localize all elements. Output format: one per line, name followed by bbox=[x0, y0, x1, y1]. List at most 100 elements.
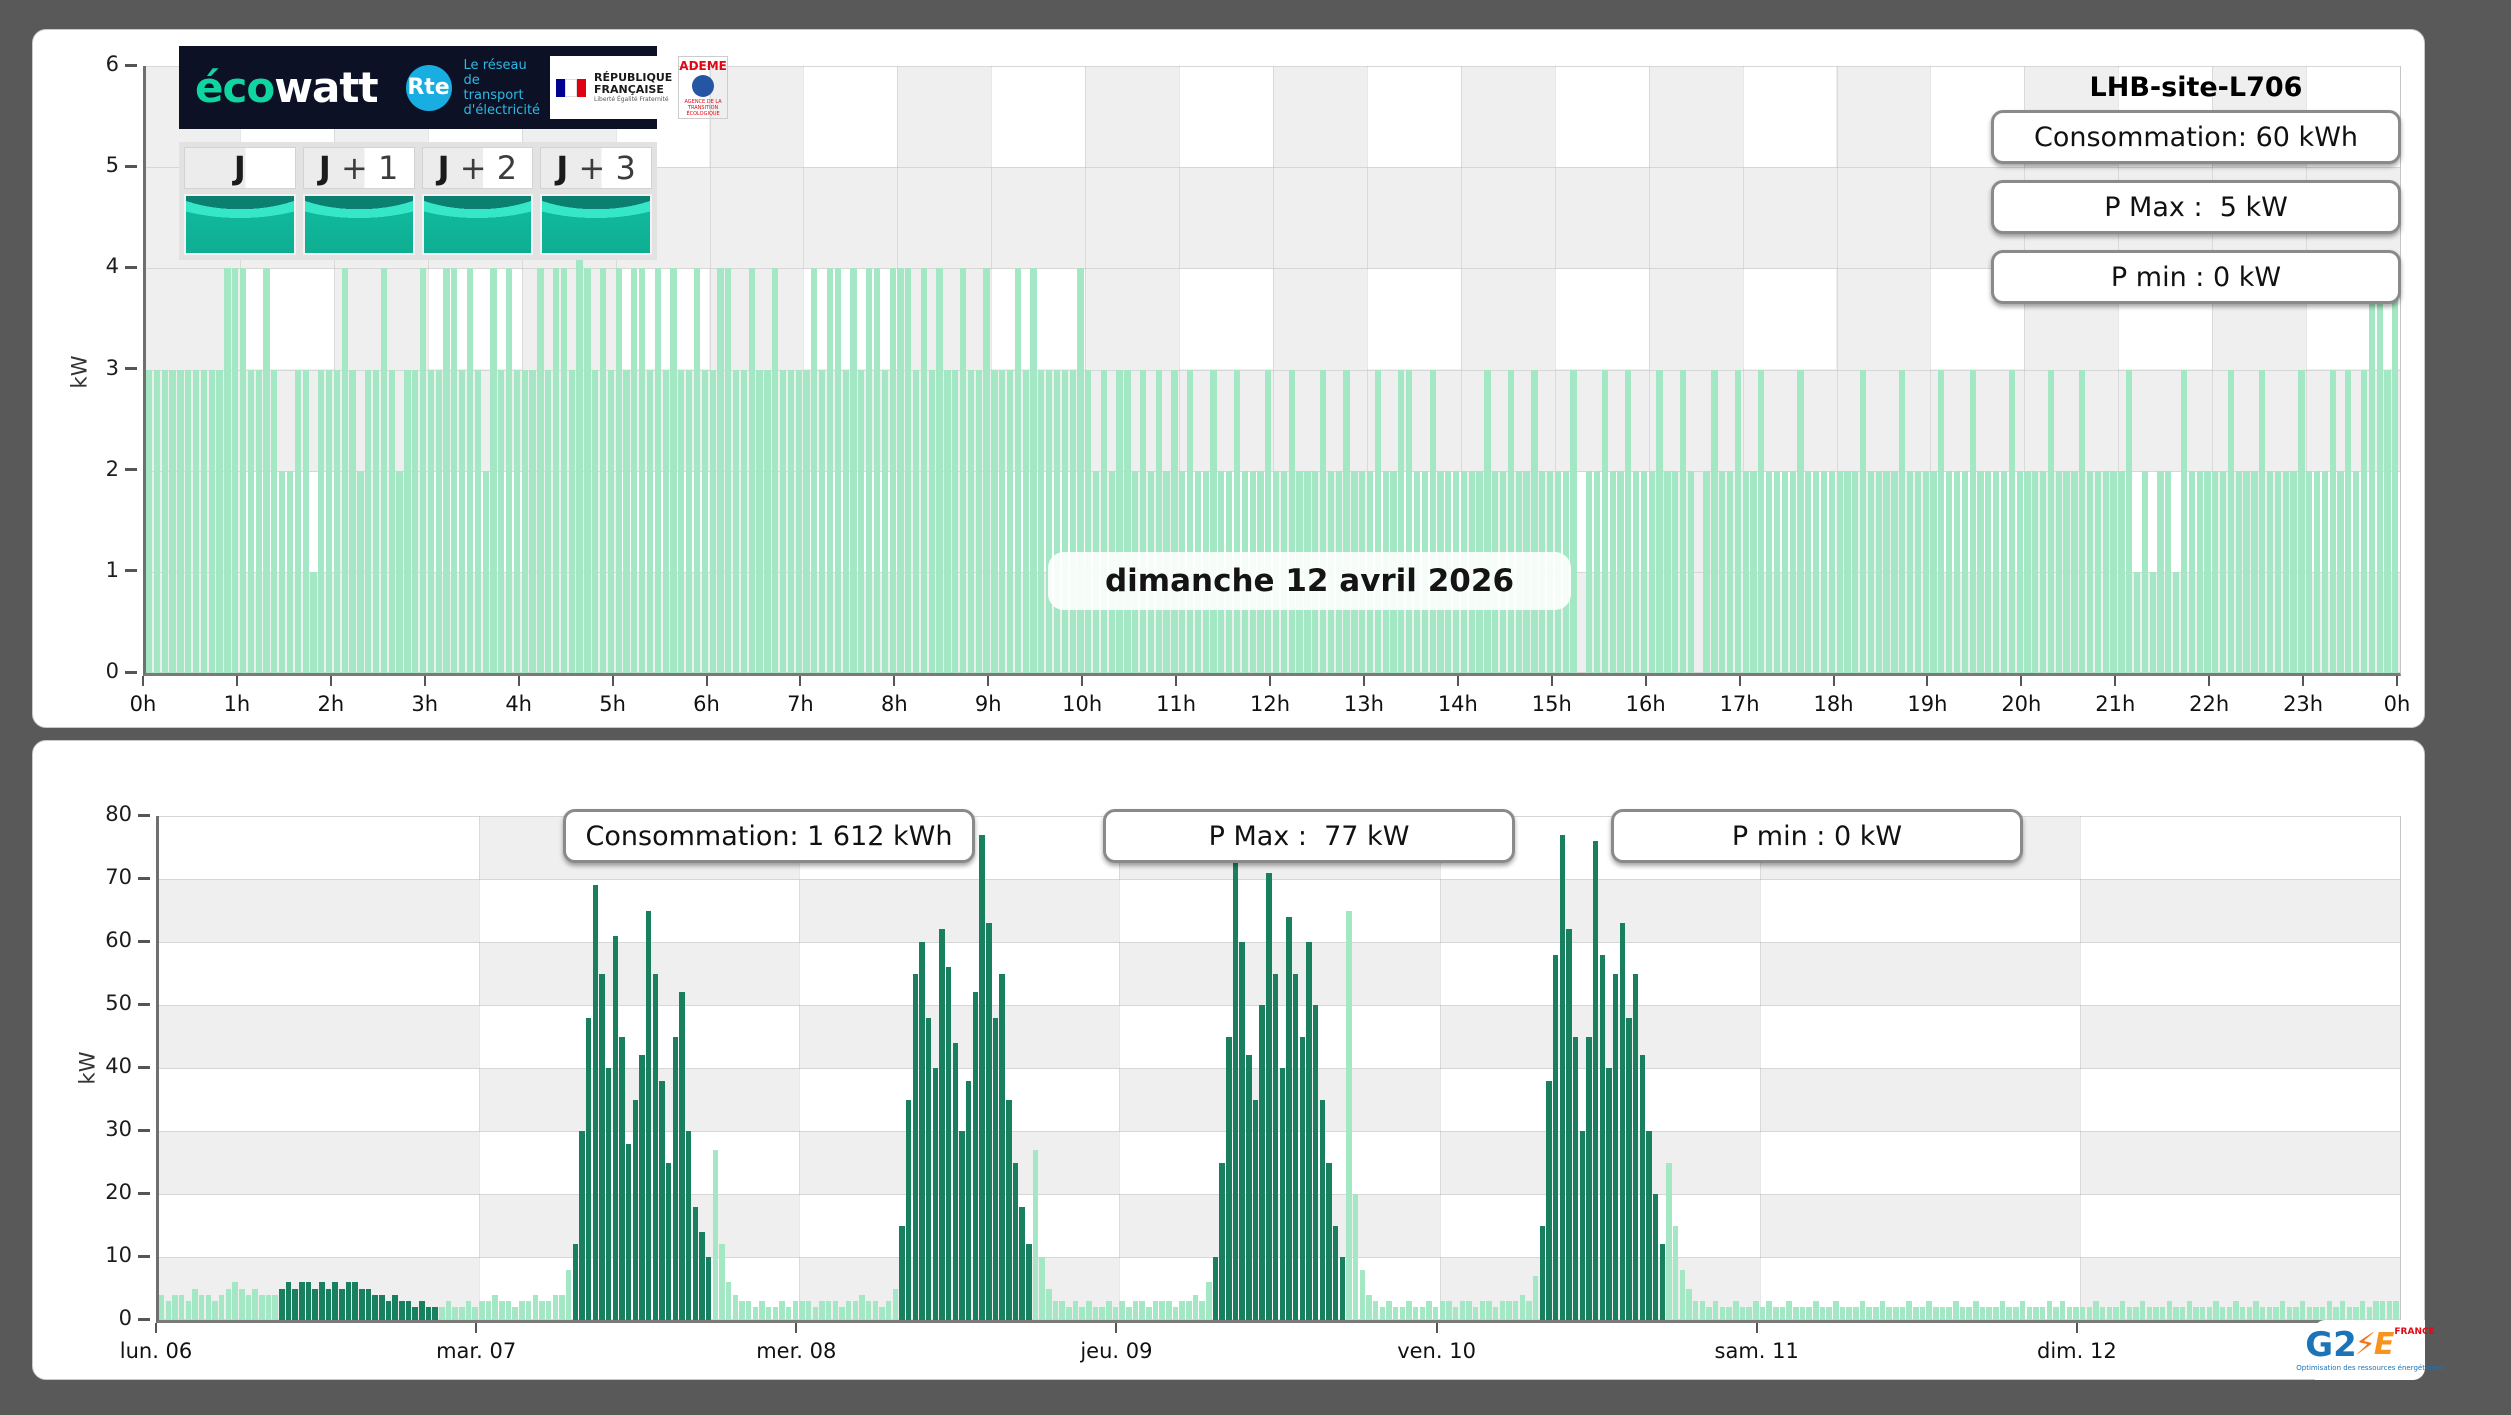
x-axis-tick-label: 13h bbox=[1344, 692, 1384, 716]
forecast-tile-j[interactable]: J bbox=[184, 147, 296, 255]
power-bar bbox=[1625, 370, 1631, 674]
power-bar bbox=[263, 268, 269, 673]
plot-background-cell bbox=[1367, 268, 1461, 369]
power-bar bbox=[2040, 1307, 2045, 1320]
power-bar bbox=[960, 268, 966, 673]
power-bar bbox=[1626, 1018, 1631, 1320]
power-bar bbox=[1007, 370, 1013, 674]
forecast-tile-j+2[interactable]: J + 2 bbox=[422, 147, 534, 255]
power-bar bbox=[1054, 370, 1060, 674]
ecowatt-energy-dashboard: { "branding": { "ecowatt_eco": "éco", "e… bbox=[0, 0, 2511, 1415]
weekly-power-chart[interactable] bbox=[156, 816, 2401, 1323]
power-bar bbox=[1820, 1307, 1825, 1320]
daily-pmax-stat: P Max : 5 kW bbox=[1991, 180, 2401, 234]
power-bar bbox=[232, 268, 238, 673]
power-bar bbox=[1289, 370, 1295, 674]
power-bar bbox=[579, 1131, 584, 1320]
power-bar bbox=[2087, 471, 2093, 673]
power-bar bbox=[186, 1301, 191, 1320]
power-bar bbox=[1199, 1301, 1204, 1320]
power-bar bbox=[1746, 1307, 1751, 1320]
power-bar bbox=[1826, 1307, 1831, 1320]
x-axis-tick-label: 18h bbox=[1813, 692, 1853, 716]
forecast-tile-j+3[interactable]: J + 3 bbox=[540, 147, 652, 255]
y-axis-tick: 70 bbox=[80, 865, 150, 889]
power-bar bbox=[381, 268, 387, 673]
x-axis-tick-label: 7h bbox=[787, 692, 814, 716]
power-bar bbox=[426, 1307, 431, 1320]
power-bar bbox=[392, 1295, 397, 1320]
power-bar bbox=[359, 1289, 364, 1321]
power-bar bbox=[2093, 1301, 2098, 1320]
power-bar bbox=[279, 471, 285, 673]
power-bar bbox=[1293, 974, 1298, 1321]
power-bar bbox=[475, 370, 481, 674]
power-bar bbox=[1602, 370, 1608, 674]
power-bar bbox=[1460, 1301, 1465, 1320]
power-bar bbox=[2273, 1307, 2278, 1320]
rte-tagline: Le réseau de transport d'électricité bbox=[464, 58, 540, 118]
x-axis-tickmark bbox=[2302, 676, 2304, 686]
power-bar bbox=[2060, 1301, 2065, 1320]
power-bar bbox=[879, 1307, 884, 1320]
x-axis-tickmark bbox=[2208, 676, 2210, 686]
power-bar bbox=[693, 1207, 698, 1320]
power-bar bbox=[976, 370, 982, 674]
power-bar bbox=[365, 370, 371, 674]
power-bar bbox=[1891, 471, 1897, 673]
power-bar bbox=[2240, 1307, 2245, 1320]
power-bar bbox=[653, 974, 658, 1321]
power-bar bbox=[1833, 1301, 1838, 1320]
power-bar bbox=[420, 268, 426, 673]
power-bar bbox=[179, 1295, 184, 1320]
power-bar bbox=[1159, 1301, 1164, 1320]
power-bar bbox=[1646, 1131, 1651, 1320]
power-bar bbox=[1540, 1226, 1545, 1321]
power-bar bbox=[459, 370, 465, 674]
power-bar bbox=[1727, 471, 1733, 673]
x-axis-tick-label: 20h bbox=[2001, 692, 2041, 716]
power-bar bbox=[1656, 370, 1662, 674]
forecast-tile-j+1[interactable]: J + 1 bbox=[303, 147, 415, 255]
power-bar bbox=[248, 370, 254, 674]
power-bar bbox=[2187, 1301, 2192, 1320]
power-bar bbox=[866, 268, 872, 673]
power-bar bbox=[436, 370, 442, 674]
power-bar bbox=[1146, 1307, 1151, 1320]
power-bar bbox=[443, 268, 449, 673]
power-bar bbox=[874, 268, 880, 673]
power-bar bbox=[968, 370, 974, 674]
y-axis-tick: 4 bbox=[67, 254, 137, 278]
x-axis-tickmark bbox=[1645, 676, 1647, 686]
x-axis-tick-label: 22h bbox=[2189, 692, 2229, 716]
rte-logo-icon: Rte bbox=[406, 65, 452, 111]
power-bar bbox=[1977, 471, 1983, 673]
y-axis-tick: 40 bbox=[80, 1054, 150, 1078]
power-bar bbox=[451, 268, 457, 673]
x-axis-tickmark bbox=[2396, 676, 2398, 686]
power-bar bbox=[1726, 1307, 1731, 1320]
power-bar bbox=[973, 992, 978, 1320]
power-bar bbox=[606, 1068, 611, 1320]
power-bar bbox=[1782, 471, 1788, 673]
power-bar bbox=[1486, 1301, 1491, 1320]
power-bar bbox=[506, 268, 512, 673]
power-bar bbox=[303, 370, 309, 674]
g2e-france-logo: G2⚡EFRANCE Optimisation des ressources é… bbox=[2315, 1320, 2425, 1380]
power-bar bbox=[1806, 1307, 1811, 1320]
power-bar bbox=[295, 370, 301, 674]
plot-background-cell bbox=[1179, 268, 1273, 369]
power-bar bbox=[1774, 471, 1780, 673]
power-bar bbox=[566, 1270, 571, 1320]
power-bar bbox=[843, 370, 849, 674]
power-bar bbox=[1546, 1081, 1551, 1320]
x-axis-tickmark bbox=[518, 676, 520, 686]
power-bar bbox=[1453, 1307, 1458, 1320]
power-bar bbox=[866, 1301, 871, 1320]
power-bar bbox=[1233, 841, 1238, 1320]
power-bar bbox=[1333, 1226, 1338, 1321]
power-bar bbox=[2290, 471, 2296, 673]
power-bar bbox=[2001, 471, 2007, 673]
power-bar bbox=[1210, 370, 1216, 674]
power-bar bbox=[446, 1301, 451, 1320]
